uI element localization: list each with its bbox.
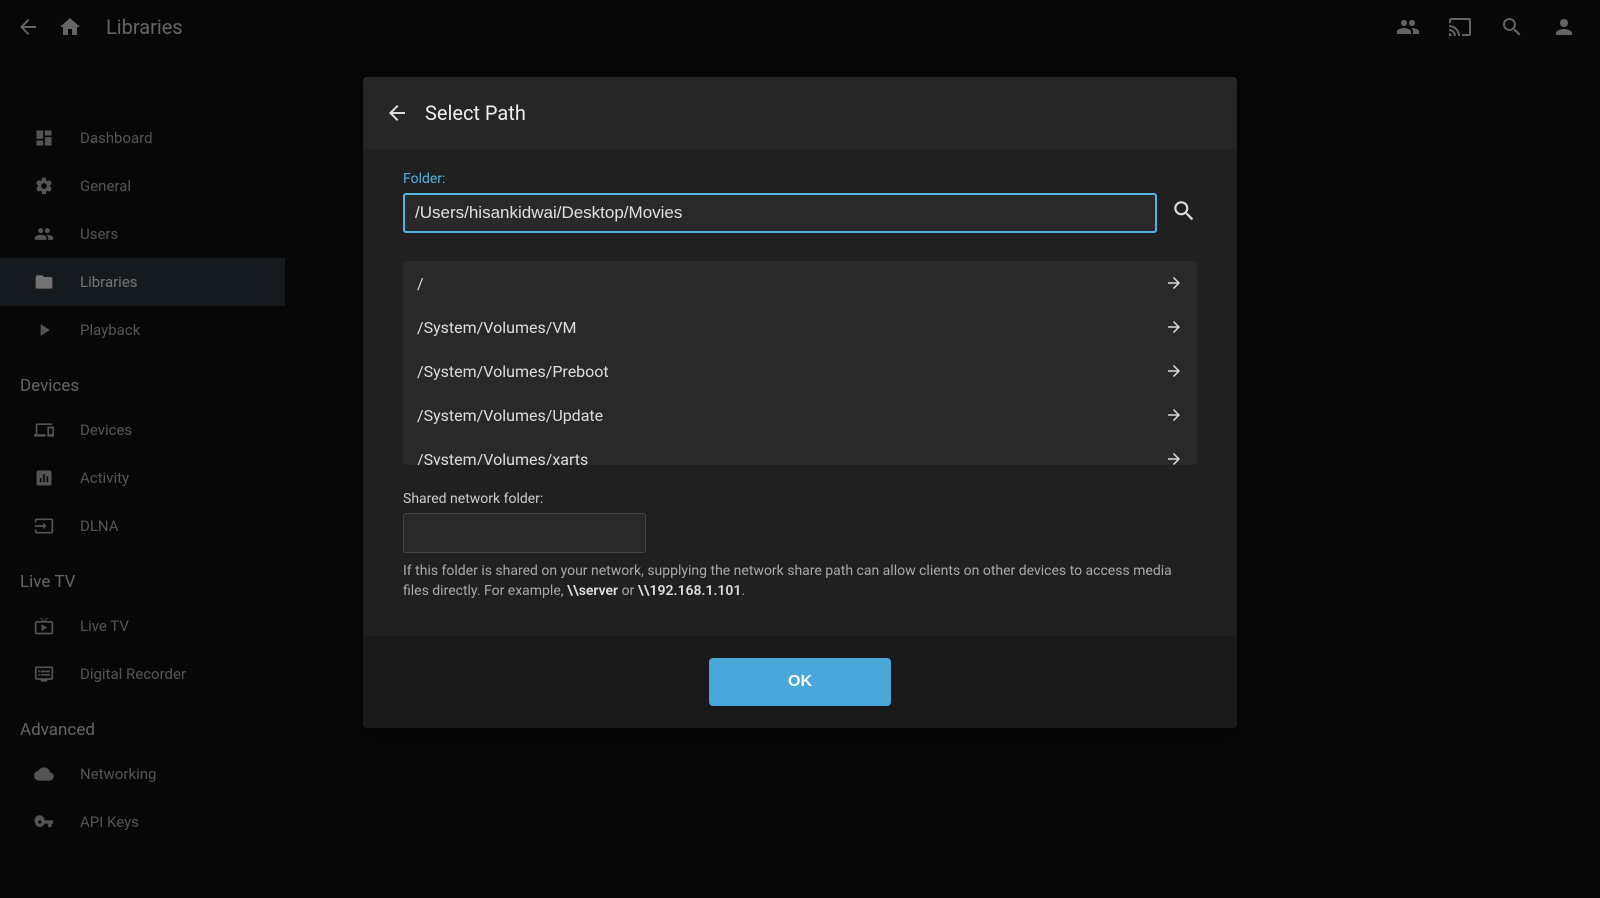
- path-row[interactable]: /System/Volumes/Update: [403, 393, 1197, 437]
- arrow-right-icon: [1165, 318, 1183, 336]
- arrow-right-icon: [1165, 406, 1183, 424]
- path-row[interactable]: /System/Volumes/Preboot: [403, 349, 1197, 393]
- dialog-footer: OK: [363, 636, 1237, 728]
- dialog-title: Select Path: [425, 101, 526, 125]
- path-row[interactable]: /: [403, 261, 1197, 305]
- folder-label: Folder:: [403, 171, 1197, 187]
- arrow-right-icon: [1165, 274, 1183, 292]
- path-row[interactable]: /System/Volumes/xarts: [403, 437, 1197, 465]
- select-path-dialog: Select Path Folder: / /System/Volumes/VM: [363, 77, 1237, 728]
- path-row[interactable]: /System/Volumes/VM: [403, 305, 1197, 349]
- path-label: /System/Volumes/xarts: [417, 450, 588, 466]
- dialog-header: Select Path: [363, 77, 1237, 149]
- back-icon[interactable]: [385, 101, 409, 125]
- shared-folder-input[interactable]: [403, 513, 646, 553]
- path-label: /System/Volumes/VM: [417, 318, 576, 337]
- arrow-right-icon: [1165, 450, 1183, 465]
- shared-folder-helper: If this folder is shared on your network…: [403, 561, 1197, 602]
- path-label: /System/Volumes/Preboot: [417, 362, 609, 381]
- search-icon: [1171, 198, 1197, 224]
- search-button[interactable]: [1171, 198, 1197, 228]
- arrow-right-icon: [1165, 362, 1183, 380]
- path-label: /: [417, 274, 424, 293]
- shared-folder-label: Shared network folder:: [403, 491, 1197, 507]
- ok-button[interactable]: OK: [709, 658, 891, 706]
- path-list: / /System/Volumes/VM /System/Volumes/Pre…: [403, 261, 1197, 465]
- path-label: /System/Volumes/Update: [417, 406, 603, 425]
- dialog-overlay: Select Path Folder: / /System/Volumes/VM: [0, 0, 1600, 898]
- folder-input[interactable]: [403, 193, 1157, 233]
